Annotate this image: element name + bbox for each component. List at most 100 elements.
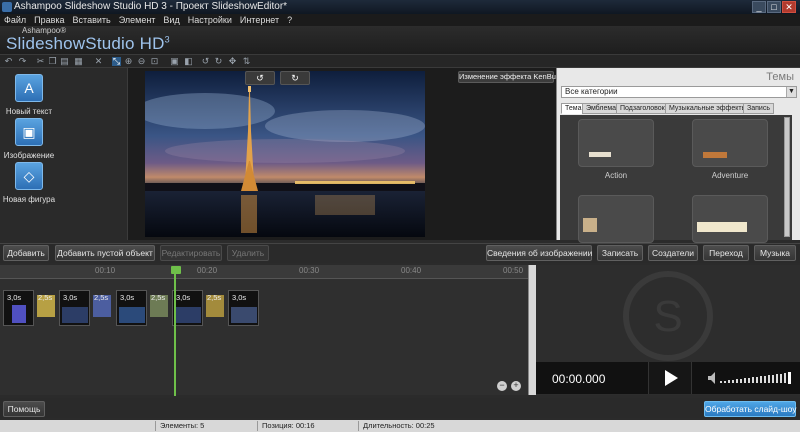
tab-music-effects[interactable]: Музыкальные эффекты: [665, 103, 751, 114]
new-shape-button[interactable]: ◇ Новая фигура: [0, 162, 58, 204]
theme-card-4[interactable]: [692, 195, 768, 243]
status-position: Позиция: 00:16: [262, 421, 315, 430]
watermark-logo-icon: S: [623, 271, 713, 361]
arrange-icon[interactable]: ◧: [184, 57, 193, 66]
timeline-scrollbar[interactable]: [528, 265, 536, 395]
tab-emblem[interactable]: Эмблема: [582, 103, 621, 114]
transition-button[interactable]: Переход: [703, 245, 749, 261]
chevron-down-icon[interactable]: ▼: [786, 87, 796, 97]
theme-card-action[interactable]: [578, 119, 654, 167]
brand-version: 3: [164, 34, 170, 45]
rotate-right-icon[interactable]: ↻: [214, 57, 223, 66]
redo-icon[interactable]: ↷: [18, 57, 27, 66]
rotate-left-icon[interactable]: ↺: [201, 57, 210, 66]
copy-icon[interactable]: ❐: [48, 57, 57, 66]
rotate-left-button[interactable]: ↺: [245, 71, 275, 85]
tick-label: 00:10: [95, 266, 116, 275]
music-button[interactable]: Музыка: [754, 245, 796, 261]
timeline-ruler[interactable]: [0, 265, 528, 279]
zoom-out-button[interactable]: −: [497, 381, 507, 391]
playhead-handle[interactable]: [171, 266, 181, 274]
rotate-right-button[interactable]: ↻: [280, 71, 310, 85]
new-text-button[interactable]: A Новый текст: [0, 74, 58, 116]
timeline-transition[interactable]: 2,5s: [93, 293, 111, 317]
menu-insert[interactable]: Вставить: [69, 14, 115, 26]
new-shape-label: Новая фигура: [2, 195, 56, 204]
minimize-button[interactable]: _: [752, 1, 766, 13]
timeline-slide[interactable]: 3,0s: [59, 290, 90, 326]
timeline-transition[interactable]: 2,5s: [206, 293, 224, 317]
menu-settings[interactable]: Настройки: [184, 14, 236, 26]
tick-label: 00:20: [197, 266, 218, 275]
transition-duration: 2,5s: [151, 293, 166, 302]
volume-control[interactable]: [706, 370, 798, 386]
transition-duration: 2,5s: [38, 293, 53, 302]
image-info-button[interactable]: Сведения об изображении: [486, 245, 592, 261]
slide-duration: 3,0s: [120, 293, 135, 302]
timeline-slide[interactable]: 3,0s: [172, 290, 203, 326]
timeline-slide[interactable]: 3,0s: [228, 290, 259, 326]
menu-help[interactable]: ?: [283, 14, 296, 26]
select-icon[interactable]: ⤡: [112, 57, 121, 66]
menu-bar: Файл Правка Вставить Элемент Вид Настройки Инт…: [0, 14, 800, 26]
paste-icon[interactable]: ▤: [60, 57, 69, 66]
timeline-slide[interactable]: 3,0s: [116, 290, 147, 326]
text-icon: A: [15, 74, 43, 102]
creators-button[interactable]: Создатели: [648, 245, 698, 261]
themes-header: Темы: [766, 71, 794, 83]
tick-label: 00:30: [299, 266, 320, 275]
play-icon: [665, 370, 678, 386]
add-button[interactable]: Добавить: [3, 245, 49, 261]
category-select[interactable]: Все категории ▼: [561, 86, 797, 98]
app-icon: [2, 2, 12, 12]
help-button[interactable]: Помощь: [3, 401, 45, 417]
status-divider: [155, 421, 156, 431]
delete-icon[interactable]: ✕: [94, 57, 103, 66]
toolbar: ↶ ↷ ✂ ❐ ▤ ▦ ✕ ⤡ ⊕ ⊖ ⊡ ▣ ◧ ↺ ↻ ✥ ⇅: [0, 54, 800, 68]
menu-view[interactable]: Вид: [159, 14, 183, 26]
fit-icon[interactable]: ⊡: [150, 57, 159, 66]
timecode: 00:00.000: [552, 372, 606, 386]
maximize-button[interactable]: □: [767, 1, 781, 13]
delete-button[interactable]: Удалить: [227, 245, 269, 261]
shape-icon: ◇: [15, 162, 43, 190]
add-empty-button[interactable]: Добавить пустой объект: [55, 245, 155, 261]
theme-scrollbar[interactable]: [784, 117, 790, 237]
footer-bar: [0, 398, 800, 418]
process-slideshow-button[interactable]: Обработать слайд-шоу: [704, 401, 797, 417]
timeline[interactable]: [0, 265, 528, 395]
close-button[interactable]: ✕: [782, 1, 796, 13]
brand-name: SlideshowStudio HD: [6, 34, 165, 53]
menu-internet[interactable]: Интернет: [236, 14, 283, 26]
zoom-in-button[interactable]: +: [511, 381, 521, 391]
record-button[interactable]: Записать: [597, 245, 643, 261]
status-duration: Длительность: 00:25: [363, 421, 435, 430]
window-title-bar: Ashampoo Slideshow Studio HD 3 - Проект …: [0, 0, 800, 14]
tab-subtitle[interactable]: Подзаголовок: [616, 103, 669, 114]
align-icon[interactable]: ▣: [170, 57, 179, 66]
image-button[interactable]: ▣ Изображение: [0, 118, 58, 160]
timeline-transition[interactable]: 2,5s: [37, 293, 55, 317]
theme-card-3[interactable]: [578, 195, 654, 243]
zoom-out-icon[interactable]: ⊖: [137, 57, 146, 66]
status-divider: [358, 421, 359, 431]
menu-edit[interactable]: Правка: [30, 14, 68, 26]
timeline-transition[interactable]: 2,5s: [150, 293, 168, 317]
tab-record[interactable]: Запись: [743, 103, 774, 114]
move-icon[interactable]: ✥: [228, 57, 237, 66]
menu-file[interactable]: Файл: [0, 14, 30, 26]
speaker-icon: [708, 372, 715, 384]
flip-icon[interactable]: ⇅: [242, 57, 251, 66]
cut-icon[interactable]: ✂: [36, 57, 45, 66]
kenburns-button[interactable]: Изменение эффекта KenBurns: [458, 71, 566, 83]
menu-element[interactable]: Элемент: [115, 14, 160, 26]
undo-icon[interactable]: ↶: [4, 57, 13, 66]
duplicate-icon[interactable]: ▦: [74, 57, 83, 66]
zoom-in-icon[interactable]: ⊕: [124, 57, 133, 66]
timeline-slide[interactable]: 3,0s: [3, 290, 34, 326]
playhead[interactable]: [174, 266, 176, 396]
theme-card-adventure[interactable]: [692, 119, 768, 167]
play-button[interactable]: [648, 362, 692, 394]
edit-button[interactable]: Редактировать: [160, 245, 222, 261]
preview-image[interactable]: [145, 71, 425, 237]
